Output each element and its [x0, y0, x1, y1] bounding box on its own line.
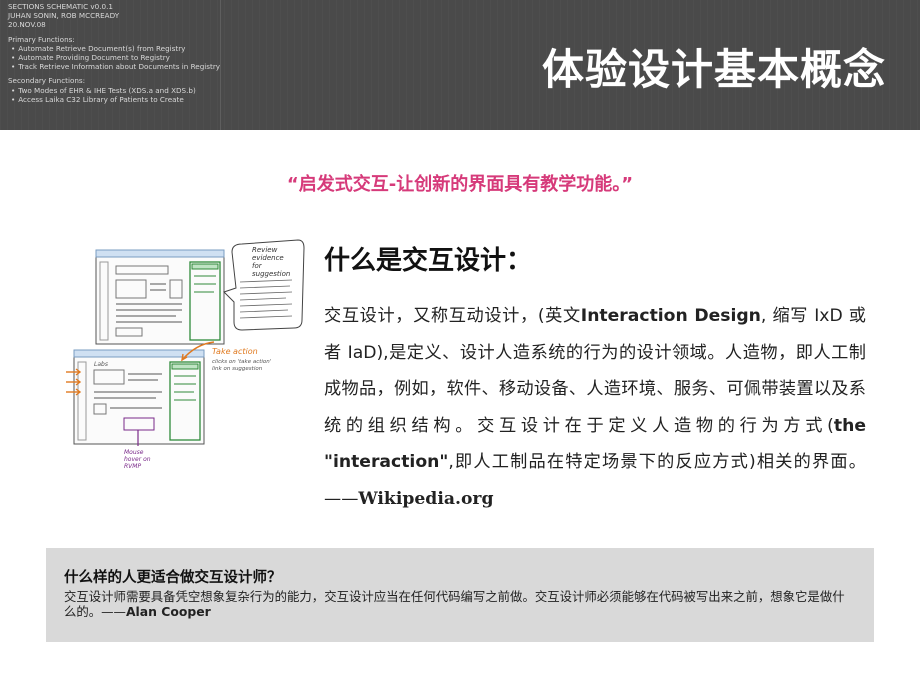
take-action-note: link on suggestion: [212, 366, 263, 372]
review-annotation-line: evidence: [252, 254, 284, 262]
schematic-line: SECTIONS SCHEMATIC v0.0.1: [8, 2, 113, 11]
designer-callout-box: 什么样的人更适合做交互设计师？ 交互设计师需要具备凭空想象复杂行为的能力，交互设…: [46, 548, 874, 642]
mouse-annotation: Mouse: [124, 449, 144, 456]
term-interaction: "interaction": [324, 452, 449, 473]
interaction-sketch-illustration: Review evidence for suggestion Take acti…: [66, 239, 305, 470]
wireframe-top: [95, 249, 225, 345]
secondary-function-item: Access Laika C32 Library of Patients to …: [8, 95, 223, 104]
term-the: the: [833, 415, 866, 436]
callout-title: 什么样的人更适合做交互设计师？: [64, 570, 282, 586]
primary-functions-title: Primary Functions:: [8, 34, 75, 44]
callout-body: 交互设计师需要具备凭空想象复杂行为的能力，交互设计应当在任何代码编写之前做。交互…: [64, 589, 854, 619]
take-action-note: clicks on 'take action': [212, 359, 271, 365]
schematic-line: JUHAN SONIN, ROB MCCREADY: [8, 11, 120, 21]
secondary-function-item: Two Modes of EHR & IHE Tests (XDS.a and …: [8, 86, 223, 95]
header-banner: SECTIONS SCHEMATIC v0.0.1 JUHAN SONIN, R…: [0, 0, 920, 130]
callout-author: Alan Cooper: [125, 604, 211, 619]
review-annotation-line: suggestion: [252, 270, 290, 278]
term-english: Interaction Design: [580, 306, 761, 326]
secondary-functions-title: Secondary Functions:: [8, 76, 86, 86]
primary-function-item: Automate Retrieve Document(s) from Regis…: [8, 44, 223, 53]
definition-paragraph: 交互设计，又称互动设计，(英文Interaction Design, 缩写 Ix…: [324, 298, 866, 518]
labs-annotation: Labs: [94, 361, 108, 368]
mouse-annotation: hover on: [124, 456, 151, 463]
take-action-annotation: Take action: [212, 347, 258, 356]
source-citation: Wikipedia.org: [358, 488, 494, 509]
slide-title: 体验设计基本概念: [541, 45, 886, 94]
primary-function-item: Automate Providing Document to Registry: [8, 53, 223, 62]
schematic-notes: SECTIONS SCHEMATIC v0.0.1 JUHAN SONIN, R…: [8, 2, 223, 104]
review-annotation-line: Review: [252, 246, 278, 254]
section-title: 什么是交互设计：: [324, 246, 533, 276]
review-annotation-line: for: [252, 262, 263, 270]
heuristic-quote: “启发式交互-让创新的界面具有教学功能。”: [286, 174, 634, 195]
schematic-line: 20.NOV.08: [8, 20, 46, 30]
mouse-annotation: RVMP: [124, 463, 141, 470]
primary-function-item: Track Retrieve Information about Documen…: [8, 62, 223, 71]
definition-text: 交互设计，又称互动设计，(英文: [324, 306, 581, 326]
